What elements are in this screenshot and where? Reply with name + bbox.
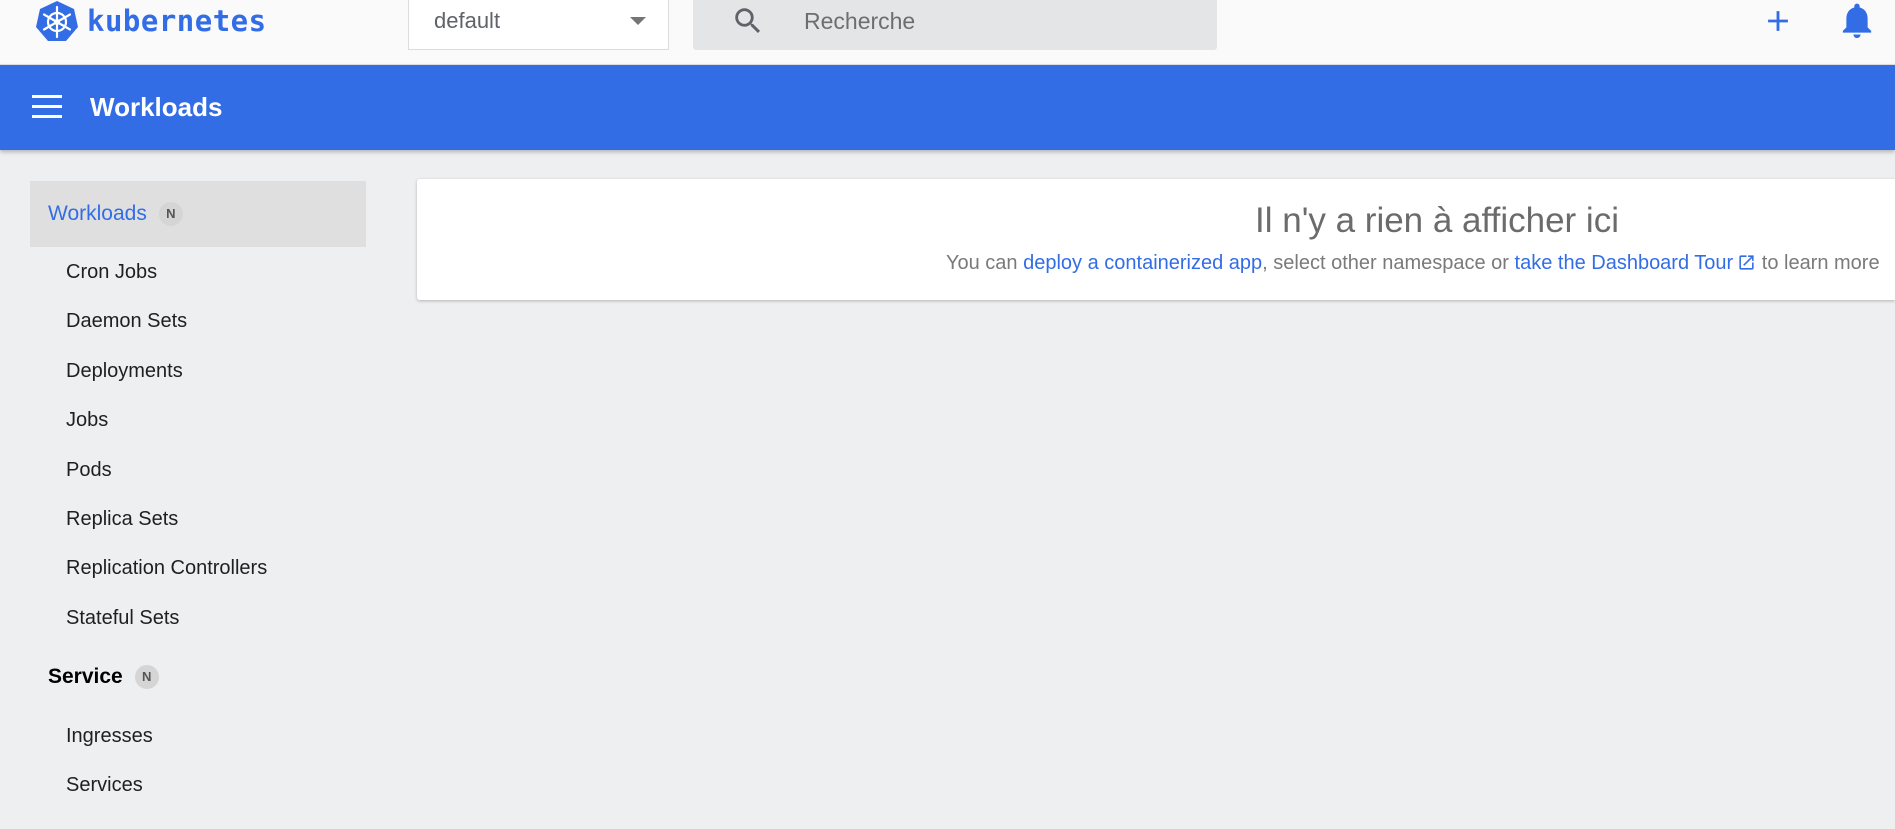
message-middle: , select other namespace or xyxy=(1262,252,1515,274)
logo-text: kubernetes xyxy=(87,4,267,38)
page-title: Workloads xyxy=(90,92,223,122)
message-suffix: to learn more xyxy=(1756,252,1880,274)
deploy-app-link[interactable]: deploy a containerized app xyxy=(1023,252,1262,274)
empty-state-message: You can deploy a containerized app, sele… xyxy=(946,252,1880,275)
page-header: Workloads xyxy=(0,65,1895,150)
sidebar-item-stateful-sets[interactable]: Stateful Sets xyxy=(66,604,179,632)
dashboard-tour-link[interactable]: take the Dashboard Tour xyxy=(1515,252,1757,274)
namespace-select[interactable]: default xyxy=(408,0,669,50)
sidebar-item-pods[interactable]: Pods xyxy=(66,456,112,484)
empty-state-title: Il n'y a rien à afficher ici xyxy=(1255,201,1619,240)
kubernetes-wheel-icon xyxy=(36,1,78,41)
sidebar-item-services[interactable]: Services xyxy=(66,771,143,799)
sidebar-item-ingresses[interactable]: Ingresses xyxy=(66,722,153,750)
message-prefix: You can xyxy=(946,252,1024,274)
add-icon[interactable] xyxy=(1761,4,1795,38)
kubernetes-logo[interactable]: kubernetes xyxy=(34,0,267,42)
dashboard-tour-label: take the Dashboard Tour xyxy=(1514,252,1734,274)
sidebar-item-cron-jobs[interactable]: Cron Jobs xyxy=(66,258,157,286)
sidebar-item-jobs[interactable]: Jobs xyxy=(66,406,108,434)
sidebar-group-workloads[interactable]: Workloads N xyxy=(30,181,366,247)
sidebar-group-label: Workloads xyxy=(48,202,147,225)
search-icon[interactable] xyxy=(731,4,765,38)
namespace-value: default xyxy=(434,8,501,33)
sidebar-group-service[interactable]: Service N xyxy=(30,644,366,710)
chevron-down-icon xyxy=(630,17,646,25)
sidebar-item-replication-controllers[interactable]: Replication Controllers xyxy=(66,554,267,582)
namespace-badge: N xyxy=(158,202,183,226)
bell-icon[interactable] xyxy=(1840,2,1874,40)
sidebar-group-label: Service xyxy=(48,665,123,688)
open-in-new-icon xyxy=(1739,255,1754,270)
sidebar-item-daemon-sets[interactable]: Daemon Sets xyxy=(66,307,187,335)
empty-state-card: Il n'y a rien à afficher ici You can dep… xyxy=(417,179,1895,300)
top-toolbar: kubernetes default xyxy=(0,0,1895,65)
sidebar-item-replica-sets[interactable]: Replica Sets xyxy=(66,505,178,533)
search-input[interactable] xyxy=(802,0,1202,42)
namespace-badge: N xyxy=(134,665,159,689)
search-bar xyxy=(693,0,1217,50)
sidebar-item-deployments[interactable]: Deployments xyxy=(66,357,183,385)
menu-icon[interactable] xyxy=(32,95,62,119)
